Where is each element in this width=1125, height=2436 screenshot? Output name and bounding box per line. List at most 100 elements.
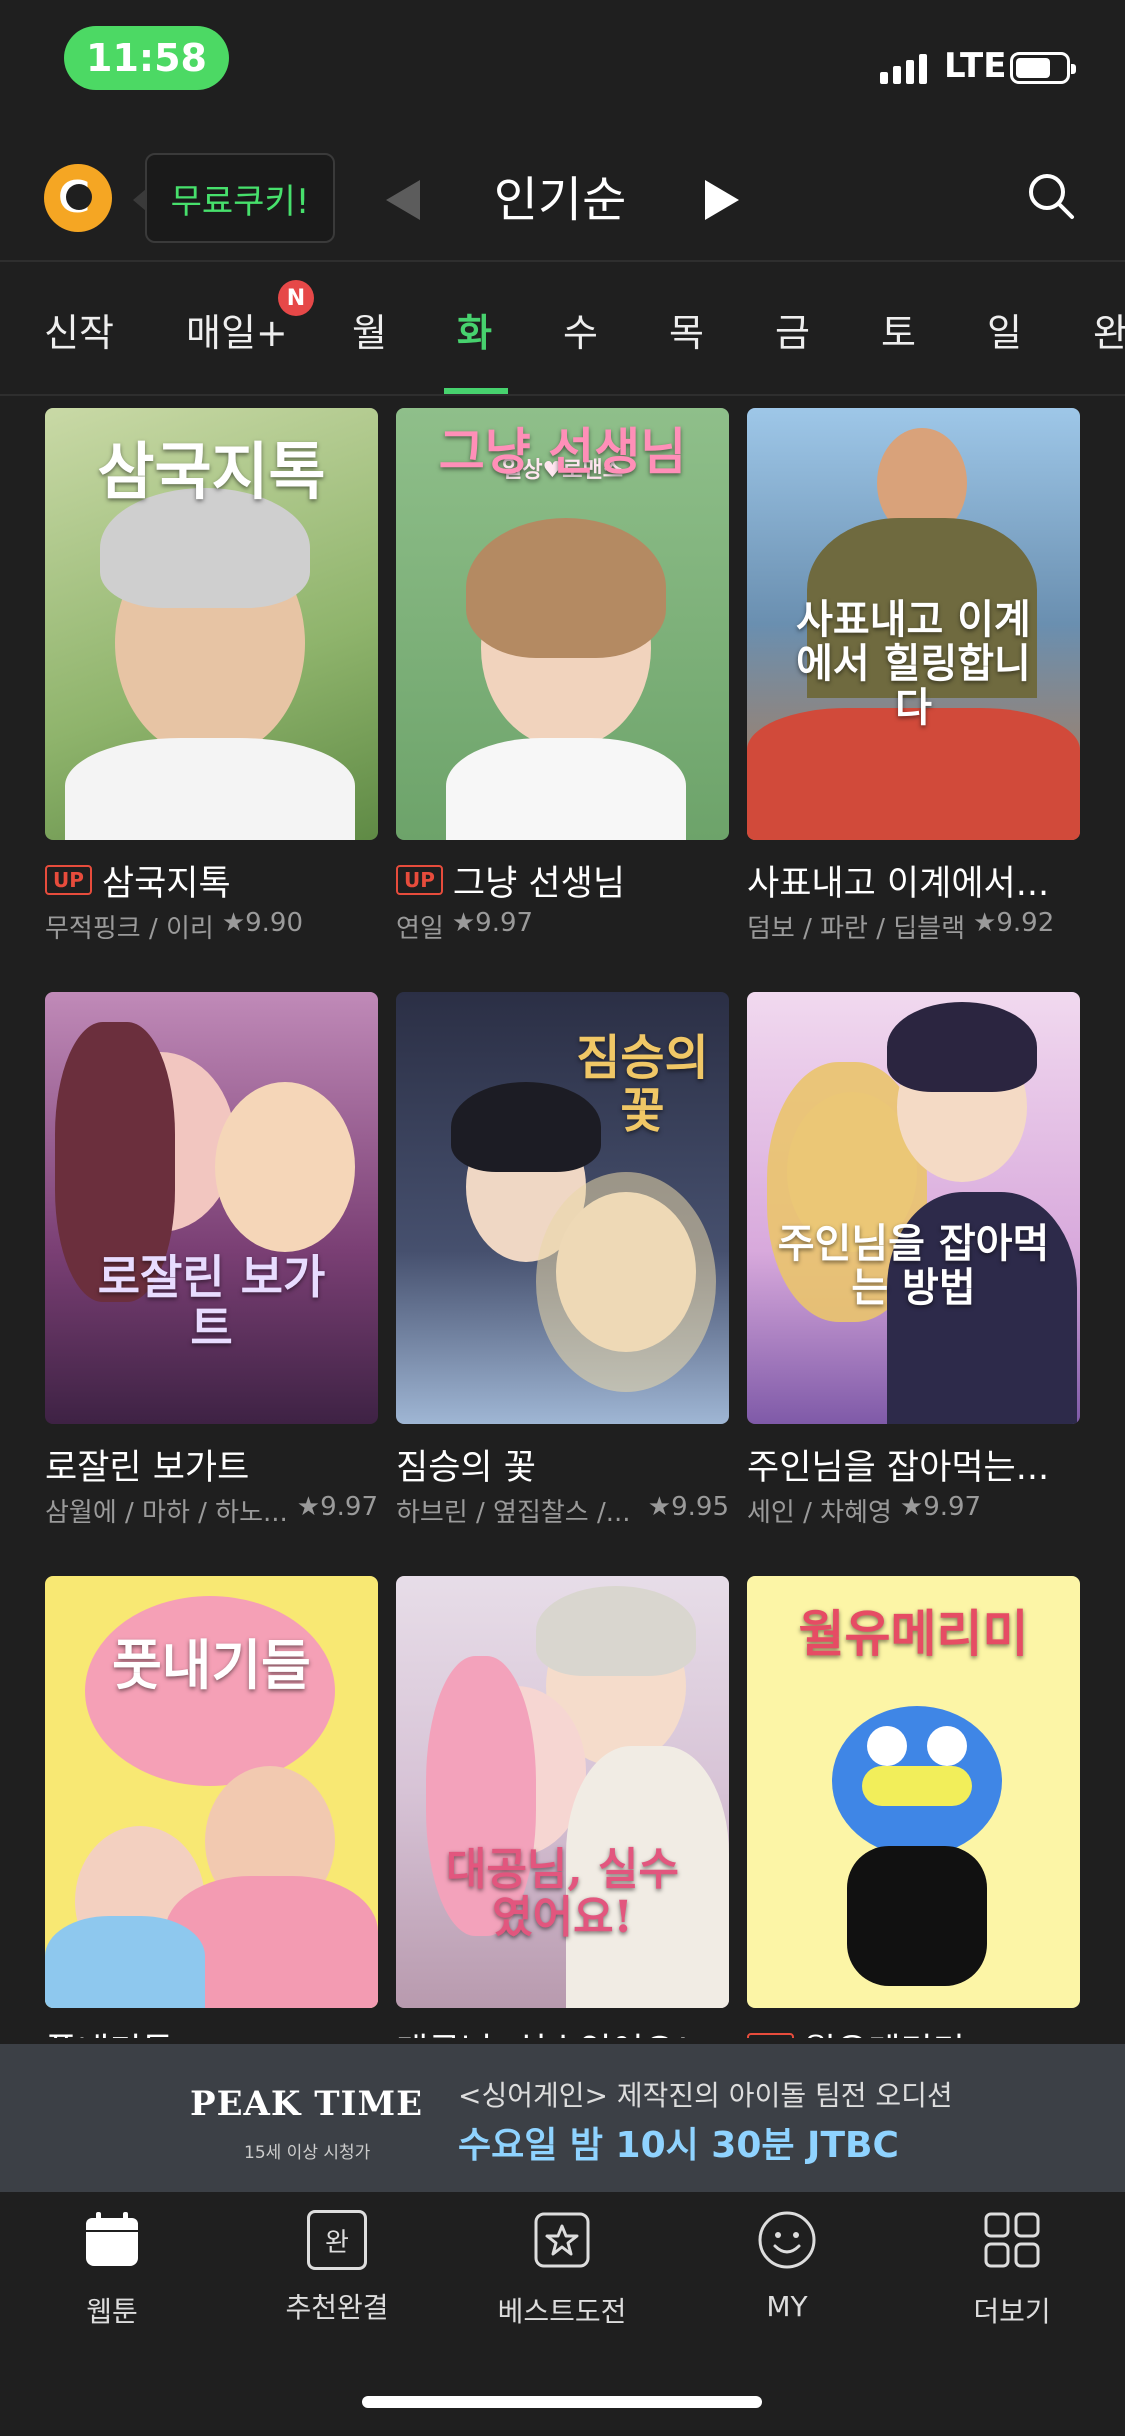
- weekday-tabs: 신작 매일+ N 월 화 수 목 금 토 일 완: [0, 262, 1125, 396]
- comic-card[interactable]: 월유메리미 UP 월유메리미: [747, 1576, 1080, 2038]
- home-indicator[interactable]: [362, 2396, 762, 2408]
- comic-grid: 삼국지톡 UP 삼국지톡 무적핑크 / 이리 ★ 9.90 일상♥로맨스 그냥 선생님…: [0, 408, 1125, 2038]
- smile-icon: [758, 2211, 816, 2269]
- comic-thumbnail[interactable]: 주인님을 잡아먹는 방법: [747, 992, 1080, 1424]
- comic-title: 로잘린 보가트: [45, 1447, 250, 1488]
- search-icon[interactable]: [1025, 170, 1075, 220]
- cookie-logo-icon[interactable]: C: [44, 164, 112, 232]
- comic-thumbnail[interactable]: 짐승의 꽃: [396, 992, 729, 1424]
- comic-rating: 9.97: [320, 1492, 378, 1522]
- cover-title: 주인님을 잡아먹는 방법: [777, 1220, 1050, 1311]
- tab-webtoon[interactable]: 웹툰: [22, 2210, 202, 2330]
- comic-rating: 9.92: [996, 908, 1055, 938]
- comic-author: 세인 / 차혜영: [747, 1498, 892, 1528]
- ad-banner[interactable]: PEAK TIME 15세 이상 시청가 <싱어게인> 제작진의 아이돌 팀전 …: [0, 2044, 1125, 2192]
- tab-thu[interactable]: 목: [669, 302, 704, 357]
- comic-thumbnail[interactable]: 풋내기들: [45, 1576, 378, 2008]
- tab-sat[interactable]: 토: [881, 302, 916, 357]
- star-icon: ★: [899, 1492, 924, 1522]
- up-badge: UP: [45, 865, 92, 895]
- comic-title: 풋내기들: [45, 2023, 174, 2039]
- comic-thumbnail[interactable]: 로잘린 보가트: [45, 992, 378, 1424]
- star-icon: ★: [451, 908, 476, 938]
- comic-title: 짐승의 꽃: [396, 1447, 536, 1488]
- comic-title: 주인님을 잡아먹는...: [747, 1447, 1050, 1488]
- comic-card[interactable]: 사표내고 이계에서 힐링합니다 사표내고 이계에서... 덤보 / 파란 / 딥…: [747, 408, 1080, 945]
- comic-card[interactable]: 짐승의 꽃 짐승의 꽃 하브린 / 옆집찰스 /... ★ 9.95: [396, 992, 729, 1529]
- ad-line-2: 수요일 밤 10시 30분 JTBC: [458, 2125, 899, 2166]
- comic-title: 월유메리미: [804, 2023, 965, 2039]
- star-icon: ★: [647, 1492, 672, 1522]
- tab-label: 베스트도전: [497, 2295, 627, 2328]
- comic-title: 사표내고 이계에서...: [747, 863, 1050, 904]
- tab-tue[interactable]: 화: [457, 302, 492, 357]
- tab-more[interactable]: 더보기: [922, 2210, 1102, 2330]
- status-time: 11:58: [64, 26, 229, 90]
- cover-title: 그냥 선생님: [438, 422, 687, 481]
- comic-title: 대공님, 실수였어요!: [396, 2023, 690, 2039]
- tab-sun[interactable]: 일: [987, 302, 1022, 357]
- comic-rating: 9.95: [671, 1492, 729, 1522]
- calendar-icon: [86, 2212, 138, 2266]
- cover-title: 짐승의 꽃: [576, 1030, 709, 1139]
- comic-author: 덤보 / 파란 / 딥블랙: [747, 914, 966, 944]
- free-cookie-button[interactable]: 무료쿠키!: [133, 153, 335, 243]
- tab-label: 웹툰: [86, 2295, 138, 2328]
- tab-best-challenge[interactable]: 베스트도전: [472, 2210, 652, 2330]
- tab-daily-plus[interactable]: 매일+: [186, 302, 288, 357]
- star-box-icon: [534, 2212, 590, 2268]
- up-badge: UP: [747, 2033, 794, 2038]
- next-sort-arrow-icon[interactable]: [705, 180, 739, 220]
- new-badge: N: [278, 280, 314, 316]
- book-icon: 완: [307, 2210, 367, 2270]
- comic-thumbnail[interactable]: 사표내고 이계에서 힐링합니다: [747, 408, 1080, 840]
- active-tab-underline: [444, 388, 508, 394]
- comic-title: 그냥 선생님: [452, 863, 626, 904]
- comic-card[interactable]: 주인님을 잡아먹는 방법 주인님을 잡아먹는... 세인 / 차혜영 ★ 9.97: [747, 992, 1080, 1529]
- cover-title: 풋내기들: [112, 1633, 311, 1697]
- cover-title: 대공님, 실수였어요!: [445, 1844, 680, 1944]
- up-badge: UP: [396, 865, 443, 895]
- star-icon: ★: [296, 1492, 321, 1522]
- comic-title: 삼국지톡: [101, 863, 231, 904]
- tab-fri[interactable]: 금: [775, 302, 810, 357]
- tab-mon[interactable]: 월: [352, 302, 387, 357]
- signal-icon: [880, 52, 927, 84]
- tab-label: MY: [766, 2290, 808, 2323]
- cover-title: 월유메리미: [798, 1604, 1029, 1663]
- tab-my[interactable]: MY: [697, 2210, 877, 2323]
- tab-completed[interactable]: 완: [1093, 302, 1125, 357]
- ad-logo: PEAK TIME: [190, 2084, 424, 2124]
- comic-author: 무적핑크 / 이리: [45, 914, 214, 944]
- comic-thumbnail[interactable]: 대공님, 실수였어요!: [396, 1576, 729, 2008]
- comic-thumbnail[interactable]: 일상♥로맨스 그냥 선생님: [396, 408, 729, 840]
- comic-card[interactable]: 로잘린 보가트 로잘린 보가트 삼월에 / 마하 / 하노... ★ 9.97: [45, 992, 378, 1529]
- comic-rating: 9.97: [923, 1492, 982, 1522]
- tab-label: 추천완결: [285, 2291, 389, 2324]
- tab-recommended-completed[interactable]: 완 추천완결: [247, 2210, 427, 2326]
- tab-new[interactable]: 신작: [44, 302, 114, 357]
- cover-title: 로잘린 보가트: [97, 1250, 326, 1355]
- ad-rating: 15세 이상 시청가: [244, 2143, 371, 2163]
- comic-author: 연일: [396, 914, 444, 944]
- star-icon: ★: [221, 908, 246, 938]
- comic-card[interactable]: 삼국지톡 UP 삼국지톡 무적핑크 / 이리 ★ 9.90: [45, 408, 378, 945]
- tab-wed[interactable]: 수: [563, 302, 598, 357]
- network-label: LTE: [944, 46, 1007, 86]
- comic-thumbnail[interactable]: 월유메리미: [747, 1576, 1080, 2008]
- comic-card[interactable]: 대공님, 실수였어요! 대공님, 실수였어요!: [396, 1576, 729, 2038]
- cover-title: 삼국지톡: [97, 435, 326, 508]
- status-bar: 11:58 LTE: [0, 0, 1125, 140]
- battery-icon: [1010, 52, 1076, 84]
- prev-sort-arrow-icon[interactable]: [386, 180, 420, 220]
- tab-label: 더보기: [973, 2295, 1051, 2328]
- comic-rating: 9.90: [245, 908, 304, 938]
- star-icon: ★: [973, 908, 997, 938]
- top-bar: C 무료쿠키! 인기순: [0, 150, 1125, 262]
- cover-title: 사표내고 이계에서 힐링합니다: [796, 596, 1031, 731]
- ad-line-1: <싱어게인> 제작진의 아이돌 팀전 오디션: [458, 2079, 953, 2112]
- comic-card[interactable]: 일상♥로맨스 그냥 선생님 UP 그냥 선생님 연일 ★ 9.97: [396, 408, 729, 945]
- comic-card[interactable]: 풋내기들 풋내기들: [45, 1576, 378, 2038]
- comic-thumbnail[interactable]: 삼국지톡: [45, 408, 378, 840]
- sort-title[interactable]: 인기순: [435, 160, 685, 230]
